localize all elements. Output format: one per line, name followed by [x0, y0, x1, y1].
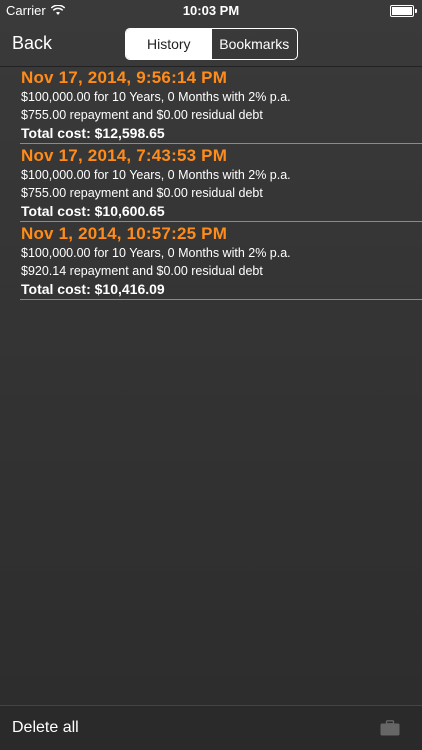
- status-bar: Carrier 10:03 PM: [0, 0, 422, 22]
- list-item[interactable]: Nov 17, 2014, 9:56:14 PM $100,000.00 for…: [20, 66, 422, 144]
- history-bookmarks-segmented-control: History Bookmarks: [125, 28, 298, 60]
- entry-repayment-details: $920.14 repayment and $0.00 residual deb…: [21, 264, 263, 278]
- history-list: Nov 17, 2014, 9:56:14 PM $100,000.00 for…: [20, 66, 422, 300]
- back-button[interactable]: Back: [12, 33, 52, 54]
- delete-all-button[interactable]: Delete all: [12, 719, 79, 737]
- entry-total-cost: Total cost: $10,600.65: [21, 203, 165, 219]
- entry-date: Nov 17, 2014, 7:43:53 PM: [21, 146, 228, 165]
- tab-bookmarks[interactable]: Bookmarks: [212, 29, 298, 59]
- entry-total-cost: Total cost: $10,416.09: [21, 281, 165, 297]
- navigation-bar: Back History Bookmarks: [0, 22, 422, 67]
- entry-loan-details: $100,000.00 for 10 Years, 0 Months with …: [21, 90, 291, 104]
- tab-history[interactable]: History: [126, 29, 212, 59]
- briefcase-icon[interactable]: [380, 720, 400, 736]
- list-item[interactable]: Nov 1, 2014, 10:57:25 PM $100,000.00 for…: [20, 222, 422, 300]
- entry-date: Nov 1, 2014, 10:57:25 PM: [21, 224, 228, 243]
- entry-total-cost: Total cost: $12,598.65: [21, 125, 165, 141]
- entry-repayment-details: $755.00 repayment and $0.00 residual deb…: [21, 186, 263, 200]
- entry-loan-details: $100,000.00 for 10 Years, 0 Months with …: [21, 168, 291, 182]
- bottom-toolbar: Delete all: [0, 705, 422, 750]
- entry-date: Nov 17, 2014, 9:56:14 PM: [21, 68, 228, 87]
- entry-loan-details: $100,000.00 for 10 Years, 0 Months with …: [21, 246, 291, 260]
- status-time: 10:03 PM: [182, 3, 240, 18]
- list-item[interactable]: Nov 17, 2014, 7:43:53 PM $100,000.00 for…: [20, 144, 422, 222]
- entry-repayment-details: $755.00 repayment and $0.00 residual deb…: [21, 108, 263, 122]
- battery-icon: [390, 5, 417, 17]
